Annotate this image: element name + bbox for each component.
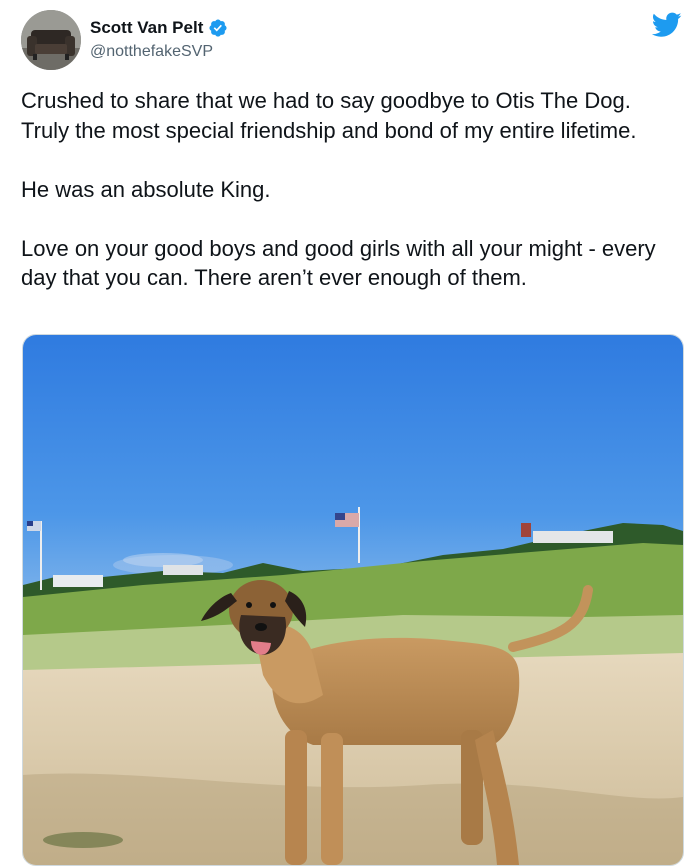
avatar[interactable] [21,10,81,70]
tweet-paragraph: He was an absolute King. [21,176,271,202]
tweet-text: Crushed to share that we had to say good… [21,86,681,293]
author-name-row: Scott Van Pelt [90,16,228,40]
verified-badge-icon [208,18,228,38]
author-handle[interactable]: @notthefakeSVP [90,43,213,61]
twitter-bird-icon[interactable] [651,12,682,38]
armchair-photo-avatar [21,10,81,70]
tweet-paragraph: Love on your good boys and good girls wi… [21,235,656,291]
tweet-card: Scott Van Pelt @notthefakeSVP Crushed to… [0,0,700,866]
tweet-photo[interactable] [22,334,684,866]
author-display-name[interactable]: Scott Van Pelt [90,18,203,38]
tweet-paragraph: Crushed to share that we had to say good… [21,88,637,143]
dog-on-beach-photo [23,335,683,865]
